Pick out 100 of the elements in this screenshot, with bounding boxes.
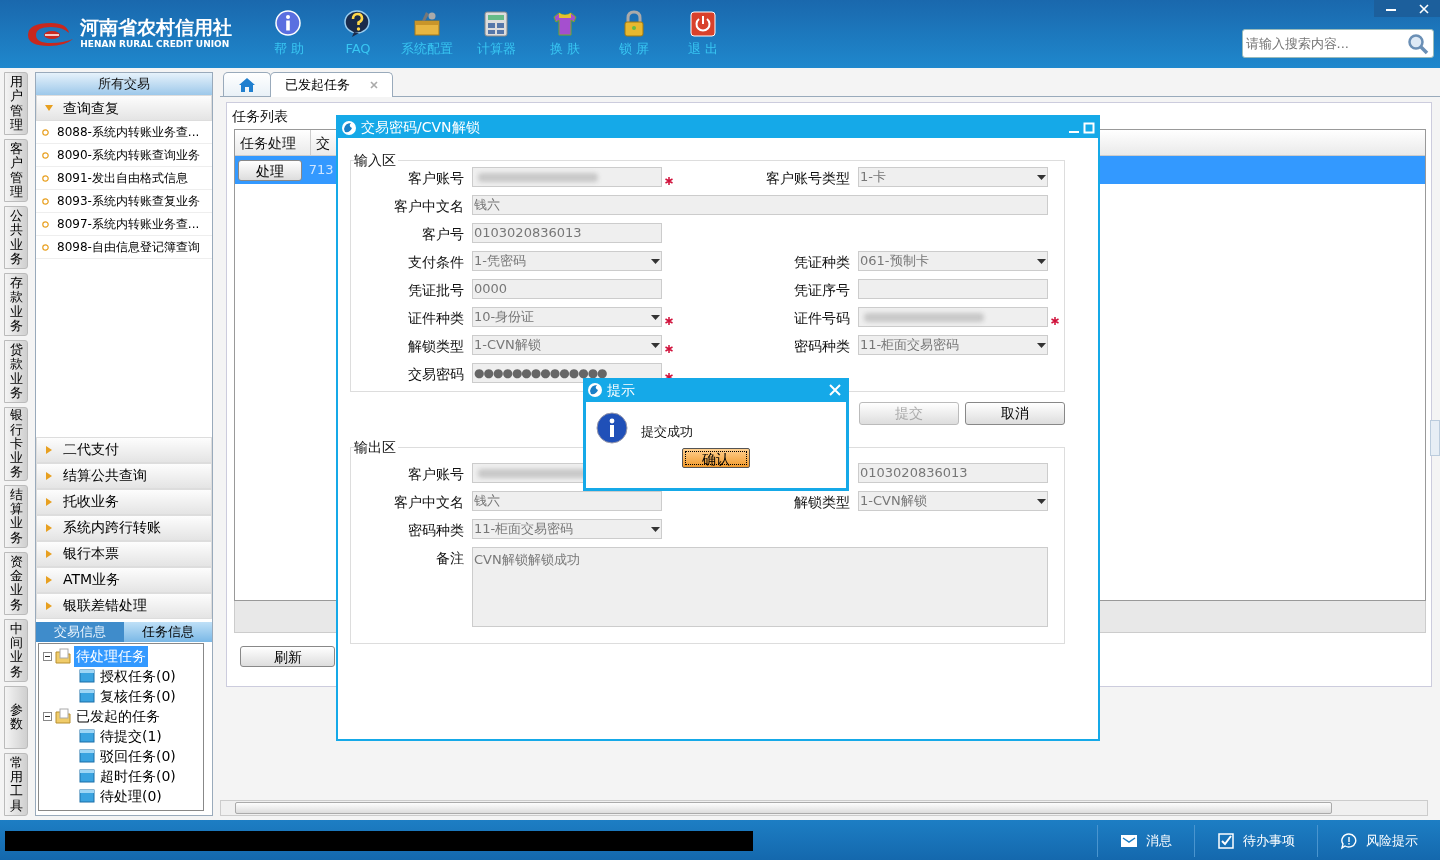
- select-field[interactable]: 1-卡: [858, 167, 1048, 187]
- side-tab[interactable]: 用户管理: [4, 72, 28, 136]
- side-tab[interactable]: 公共业务: [4, 206, 28, 270]
- dropdown-icon: [651, 526, 660, 532]
- dropdown-icon: [651, 342, 660, 348]
- status-button[interactable]: 风险提示: [1317, 824, 1440, 857]
- side-tab[interactable]: 常用工具: [4, 752, 28, 816]
- info-tab[interactable]: 任务信息: [124, 622, 212, 642]
- sidebar-header: 所有交易: [36, 73, 212, 95]
- field-label: 客户号: [421, 225, 465, 244]
- accordion-header[interactable]: 银行本票: [36, 540, 212, 567]
- select-field[interactable]: 061-预制卡: [858, 251, 1048, 271]
- section-title: 任务列表: [232, 107, 289, 125]
- field-label: 客户中文名: [393, 493, 465, 512]
- side-tab[interactable]: 资金业务: [4, 551, 28, 615]
- message-text: 提交成功: [641, 422, 693, 441]
- side-tab[interactable]: 结算业务: [4, 484, 28, 548]
- caret-right-icon: [45, 523, 53, 532]
- input-field[interactable]: 0103020836013: [472, 223, 662, 243]
- caret-right-icon: [45, 601, 53, 610]
- field-label: 解锁类型: [407, 337, 465, 356]
- minimize-button[interactable]: [1374, 0, 1407, 17]
- accordion-header[interactable]: 系统内跨行转账: [36, 514, 212, 541]
- collapse-icon[interactable]: [43, 651, 52, 661]
- accordion-header[interactable]: 二代支付: [36, 436, 212, 463]
- caret-right-icon: [45, 549, 53, 558]
- side-tab[interactable]: 贷款业务: [4, 340, 28, 404]
- caret-right-icon: [45, 497, 53, 506]
- collapse-icon[interactable]: [43, 711, 52, 721]
- input-field[interactable]: 0103020836013: [858, 463, 1048, 483]
- input-field[interactable]: ●●●●●●●●●●●●●●: [472, 363, 662, 383]
- select-field[interactable]: 11-柜面交易密码: [472, 519, 662, 539]
- folder-icon: [79, 748, 95, 764]
- column-header: 任务处理: [235, 130, 311, 155]
- select-field[interactable]: 1-CVN解锁: [472, 335, 662, 355]
- status-button[interactable]: 消息: [1097, 824, 1194, 857]
- refresh-button[interactable]: 刷新: [240, 646, 335, 667]
- status-button[interactable]: 待办事项: [1194, 824, 1317, 857]
- accordion-header[interactable]: 银联差错处理: [36, 592, 212, 619]
- tab[interactable]: 已发起任务: [270, 72, 394, 97]
- calculator-icon: [481, 9, 511, 40]
- caret-down-icon: [45, 104, 53, 112]
- dropdown-icon: [651, 314, 660, 320]
- accordion-header[interactable]: 查询查复: [36, 95, 212, 121]
- input-field[interactable]: [858, 279, 1048, 299]
- tree-item[interactable]: 待提交(1): [98, 725, 164, 747]
- input-field[interactable]: [858, 307, 1048, 327]
- bullet-icon: [42, 220, 49, 228]
- input-field[interactable]: 钱六: [472, 195, 1048, 215]
- tree-item[interactable]: 驳回任务(0): [98, 745, 178, 767]
- home-tab[interactable]: [223, 72, 272, 96]
- bullet-icon: [42, 174, 49, 182]
- select-field[interactable]: 10-身份证: [472, 307, 662, 327]
- field-label: 客户账号类型: [765, 169, 851, 188]
- app-icon: [587, 382, 603, 398]
- process-button[interactable]: 处理: [238, 159, 303, 181]
- select-field[interactable]: 1-凭密码: [472, 251, 662, 271]
- speech-bubble-icon: [1340, 831, 1358, 850]
- select-field[interactable]: 1-CVN解锁: [858, 491, 1048, 511]
- bullet-icon: [42, 197, 49, 205]
- field-label: 凭证批号: [407, 281, 465, 300]
- select-field[interactable]: 11-柜面交易密码: [858, 335, 1048, 355]
- home-icon: [238, 76, 257, 93]
- field-label: 密码种类: [407, 521, 465, 540]
- input-field[interactable]: [472, 167, 662, 187]
- text-area[interactable]: CVN解锁解锁成功: [472, 547, 1048, 627]
- side-expander[interactable]: [1430, 420, 1440, 456]
- field-label: 证件种类: [407, 309, 465, 328]
- close-button[interactable]: [1407, 0, 1440, 17]
- search-field[interactable]: 请输入搜索内容...: [1241, 29, 1434, 59]
- side-tab[interactable]: 中间业务: [4, 618, 28, 682]
- field-label: 支付条件: [407, 253, 465, 272]
- dialog-button[interactable]: 取消: [965, 402, 1065, 425]
- dropdown-icon: [1037, 498, 1046, 504]
- tree-item[interactable]: 复核任务(0): [98, 685, 178, 707]
- dropdown-icon: [1037, 342, 1046, 348]
- dropdown-icon: [651, 258, 660, 264]
- field-label: 客户账号: [407, 465, 465, 484]
- logo-title: 河南省农村信用社: [80, 16, 233, 39]
- side-tab[interactable]: 银行卡业务: [4, 407, 28, 481]
- side-tab[interactable]: 客户管理: [4, 139, 28, 203]
- search-icon: [1406, 33, 1429, 56]
- close-icon[interactable]: [370, 81, 379, 89]
- accordion-header[interactable]: 结算公共查询: [36, 462, 212, 489]
- input-field[interactable]: 0000: [472, 279, 662, 299]
- field-label: 备注: [435, 549, 465, 568]
- input-field[interactable]: 钱六: [472, 491, 662, 511]
- tree-item[interactable]: 超时任务(0): [98, 765, 178, 787]
- horizontal-scrollbar[interactable]: [220, 800, 1428, 816]
- caret-right-icon: [45, 575, 53, 584]
- accordion-header[interactable]: ATM业务: [36, 566, 212, 593]
- tree-item[interactable]: 待处理(0): [98, 785, 164, 807]
- tree-item[interactable]: 已发起的任务: [74, 705, 162, 727]
- bullet-icon: [42, 128, 49, 136]
- side-tab[interactable]: 参数: [4, 685, 28, 749]
- tree-item[interactable]: 授权任务(0): [98, 665, 178, 687]
- accordion-header[interactable]: 托收业务: [36, 488, 212, 515]
- maximize-icon[interactable]: [1082, 121, 1095, 134]
- side-tab[interactable]: 存款业务: [4, 273, 28, 337]
- table-cell-text: 713: [308, 161, 334, 180]
